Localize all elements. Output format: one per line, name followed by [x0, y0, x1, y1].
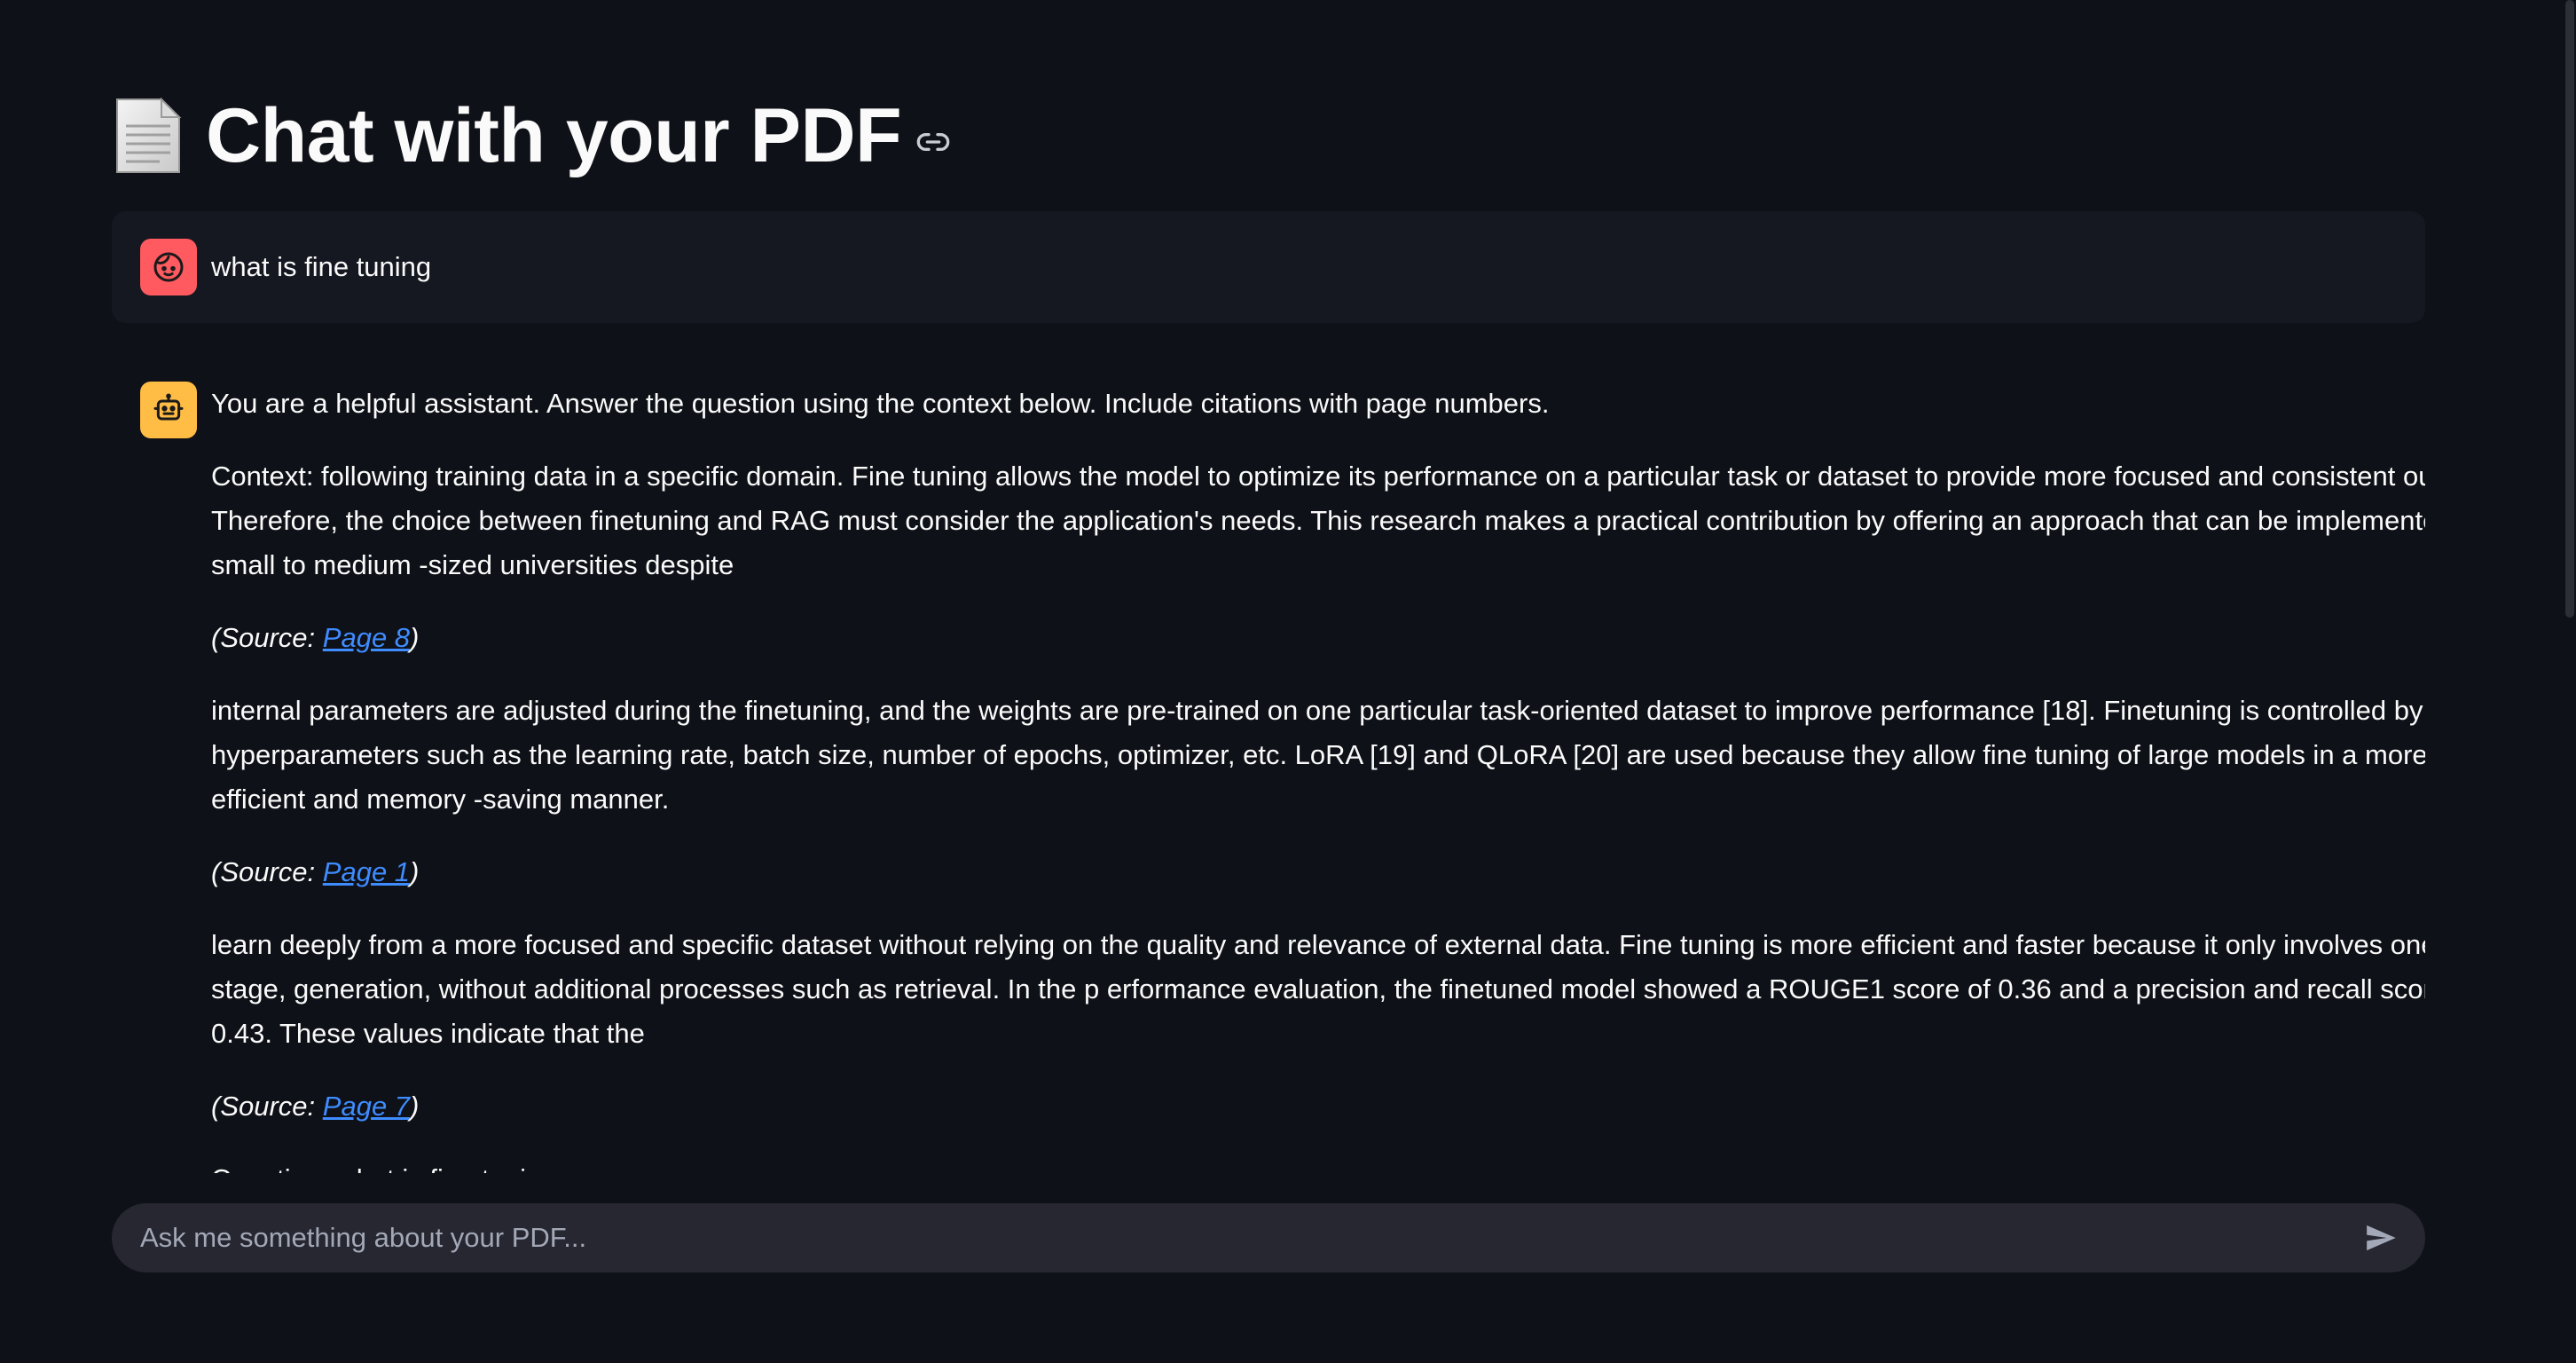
scrollbar[interactable]	[2564, 0, 2576, 1363]
source-citation: (Source: Page 1)	[211, 856, 420, 887]
user-message-text: what is fine tuning	[211, 251, 432, 282]
page-facing-up-icon	[116, 97, 182, 173]
assistant-avatar	[140, 382, 197, 438]
page-link[interactable]: Page 1	[323, 856, 410, 887]
send-button[interactable]	[2356, 1213, 2406, 1263]
chat-input-bar	[112, 1202, 2425, 1273]
user-chat-message: what is fine tuning	[112, 211, 2425, 323]
page-title: Chat with your PDF	[206, 92, 902, 178]
page-link[interactable]: Page 8	[323, 622, 410, 653]
page-link[interactable]: Page 7	[323, 1091, 410, 1122]
chat-input[interactable]	[112, 1202, 2356, 1273]
source-citation: (Source: Page 7)	[211, 1091, 420, 1122]
assistant-chat-message: You are a helpful assistant. Answer the …	[112, 355, 2425, 1173]
send-icon	[2367, 1225, 2396, 1251]
page-header: Chat with your PDF	[112, 87, 951, 185]
face-icon	[153, 252, 184, 282]
assistant-intro: You are a helpful assistant. Answer the …	[211, 388, 1550, 419]
context-passage: internal parameters are adjusted during …	[211, 695, 2425, 815]
context-passage: Context: following training data in a sp…	[211, 461, 2425, 580]
context-passage: learn deeply from a more focused and spe…	[211, 929, 2425, 1049]
app-root: Chat with your PDF what is fine tuning Y…	[0, 0, 2576, 1363]
robot-icon	[153, 393, 184, 421]
user-avatar	[140, 239, 197, 295]
assistant-message-body: You are a helpful assistant. Answer the …	[211, 382, 2425, 1173]
scrollbar-thumb[interactable]	[2565, 0, 2574, 618]
question-line: Question: what is fine tuning	[211, 1157, 2425, 1173]
link-icon[interactable]	[915, 124, 951, 160]
source-citation: (Source: Page 8)	[211, 622, 420, 653]
